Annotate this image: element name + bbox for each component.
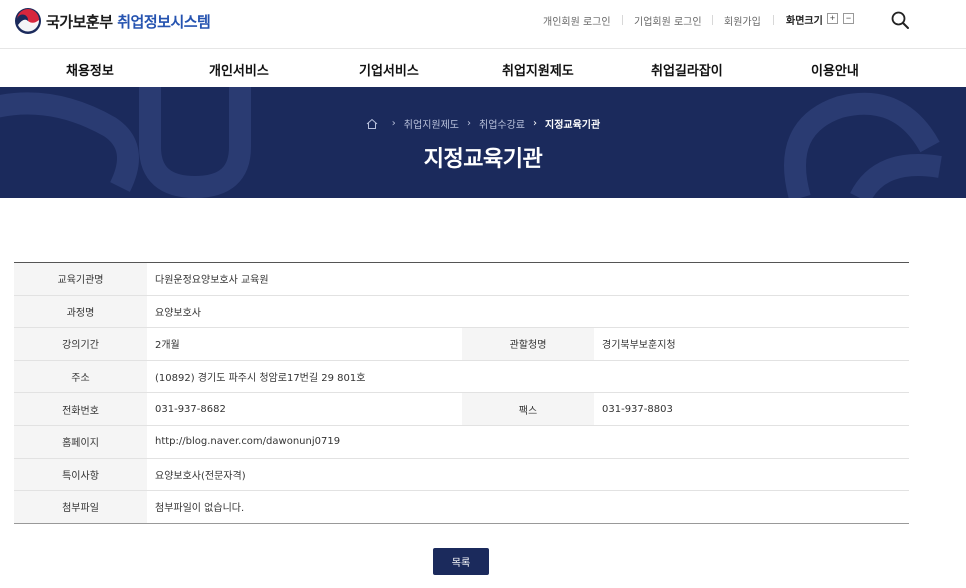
breadcrumb: › 취업지원제도 › 취업수강료 › 지정교육기관 xyxy=(0,116,966,131)
nav-item-company[interactable]: 기업서비스 xyxy=(359,60,419,79)
signup-link[interactable]: 회원가입 xyxy=(724,13,761,28)
attachment-value: 첨부파일이 없습니다. xyxy=(155,503,245,515)
office-label: 관할청명 xyxy=(462,328,594,360)
nav-item-guide[interactable]: 취업길라잡이 xyxy=(651,60,723,79)
font-decrease-button[interactable]: − xyxy=(843,13,854,24)
table-row: 전화번호 031-937-8682 팩스 031-937-8803 xyxy=(14,393,909,426)
table-row: 특이사항 요양보호사(전문자격) xyxy=(14,458,909,492)
breadcrumb-item-current: 지정교육기관 xyxy=(545,120,601,131)
notes-label: 특이사항 xyxy=(14,458,147,491)
table-row: 홈페이지 http://blog.naver.com/dawonunj0719 xyxy=(14,425,909,459)
breadcrumb-separator: › xyxy=(391,118,396,129)
util-divider xyxy=(622,15,623,25)
notes-value: 요양보호사(전문자격) xyxy=(155,470,246,482)
breadcrumb-item-support[interactable]: 취업지원제도 xyxy=(404,116,459,131)
company-login-link[interactable]: 기업회원 로그인 xyxy=(634,13,702,28)
phone-value: 031-937-8682 xyxy=(155,403,226,415)
fax-value: 031-937-8803 xyxy=(602,403,673,415)
address-label: 주소 xyxy=(14,360,147,393)
breadcrumb-separator: › xyxy=(467,118,471,129)
attachment-label: 첨부파일 xyxy=(14,491,147,523)
table-row: 강의기간 2개월 관할청명 경기북부보훈지청 xyxy=(14,328,909,361)
table-row: 첨부파일 첨부파일이 없습니다. xyxy=(14,491,909,524)
institution-value: 다원운정요양보호사 교육원 xyxy=(155,275,269,287)
site-logo[interactable]: 국가보훈부 취업정보시스템 xyxy=(14,7,211,35)
page-banner: › 취업지원제도 › 취업수강료 › 지정교육기관 지정교육기관 xyxy=(0,87,966,198)
breadcrumb-item-tuition[interactable]: 취업수강료 xyxy=(479,116,525,131)
table-row: 주소 (10892) 경기도 파주시 청암로17번길 29 801호 xyxy=(14,360,909,394)
phone-label: 전화번호 xyxy=(14,393,147,425)
office-value: 경기북부보훈지청 xyxy=(602,340,676,352)
nav-item-info[interactable]: 이용안내 xyxy=(811,60,859,79)
institution-label: 교육기관명 xyxy=(14,263,147,295)
main-navigation: 채용정보 개인서비스 기업서비스 취업지원제도 취업길라잡이 이용안내 xyxy=(0,48,966,88)
font-size-label: 화면크기 xyxy=(786,16,823,27)
top-bar: 국가보훈부 취업정보시스템 개인회원 로그인 기업회원 로그인 회원가입 화면크… xyxy=(0,0,966,44)
logo-ministry-name: 국가보훈부 xyxy=(46,12,113,31)
homepage-label: 홈페이지 xyxy=(14,425,147,458)
list-button[interactable]: 목록 xyxy=(433,548,489,575)
search-icon[interactable] xyxy=(890,10,910,30)
course-value: 요양보호사 xyxy=(155,307,201,319)
font-increase-button[interactable]: + xyxy=(827,13,838,24)
period-value: 2개월 xyxy=(155,340,180,352)
course-label: 과정명 xyxy=(14,295,147,328)
taegeuk-logo-icon xyxy=(15,8,41,34)
logo-system-name: 취업정보시스템 xyxy=(117,12,211,31)
personal-login-link[interactable]: 개인회원 로그인 xyxy=(543,13,611,28)
institution-detail-table: 교육기관명 다원운정요양보호사 교육원 과정명 요양보호사 강의기간 2개월 관… xyxy=(14,262,909,524)
table-row: 교육기관명 다원운정요양보호사 교육원 xyxy=(14,263,909,296)
nav-item-jobs[interactable]: 채용정보 xyxy=(66,60,114,79)
nav-item-personal[interactable]: 개인서비스 xyxy=(209,60,269,79)
home-icon[interactable] xyxy=(366,118,378,130)
address-value: (10892) 경기도 파주시 청암로17번길 29 801호 xyxy=(155,373,366,385)
page-title: 지정교육기관 xyxy=(423,147,543,172)
homepage-link[interactable]: http://blog.naver.com/dawonunj0719 xyxy=(147,426,909,458)
table-row: 과정명 요양보호사 xyxy=(14,295,909,329)
logo-text: 국가보훈부 취업정보시스템 xyxy=(46,11,211,32)
breadcrumb-separator: › xyxy=(533,118,537,129)
util-divider xyxy=(773,15,774,25)
nav-item-support[interactable]: 취업지원제도 xyxy=(502,60,574,79)
fax-label: 팩스 xyxy=(462,393,594,425)
period-label: 강의기간 xyxy=(14,328,147,360)
util-divider xyxy=(712,15,713,25)
